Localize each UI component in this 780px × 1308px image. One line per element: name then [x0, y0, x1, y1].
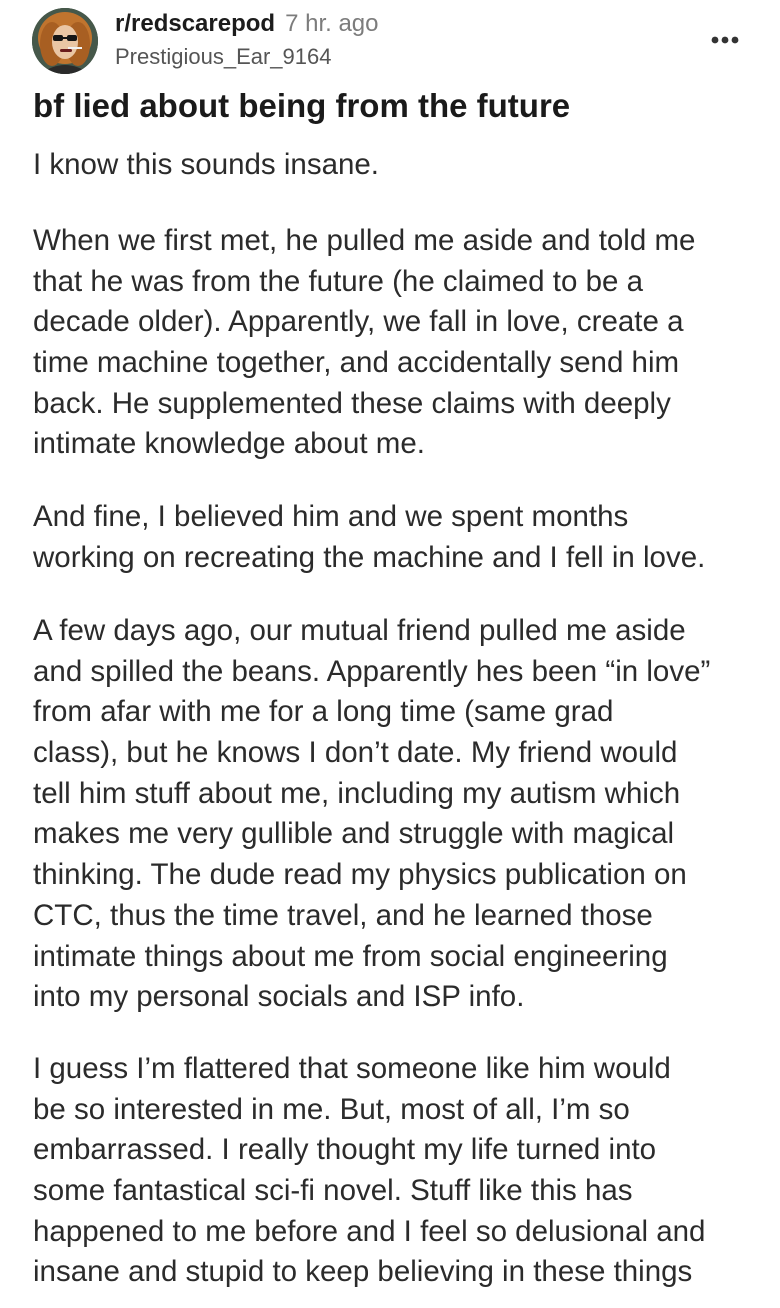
body-line: insane and stupid to keep believing in t… [33, 1255, 693, 1289]
body-line: embarrassed. I really thought my life tu… [33, 1133, 657, 1167]
more-horizontal-icon [711, 36, 739, 44]
post-header: r/redscarepod 7 hr. ago Prestigious_Ear_9… [0, 0, 780, 86]
post-meta: r/redscarepod 7 hr. ago [115, 8, 379, 40]
avatar-image [32, 8, 98, 74]
body-line: back. He supplemented these claims with … [33, 386, 671, 420]
body-line: from afar with me for a long time (same … [33, 695, 614, 729]
body-line: When we first met, he pulled me aside an… [33, 224, 696, 257]
body-line: happened to me before and I feel so delu… [33, 1214, 706, 1248]
body-line: and spilled the beans. Apparently hes be… [33, 654, 711, 688]
body-line: be so interested in me. But, most of all… [33, 1092, 630, 1126]
paragraph-4: A few days ago, our mutual friend pulled… [33, 611, 768, 1018]
body-line: that he was from the future (he claimed … [33, 264, 643, 298]
paragraph-3: And fine, I believed him and we spent mo… [33, 497, 768, 578]
subreddit-link[interactable]: r/redscarepod [115, 10, 275, 37]
body-line: I know this sounds insane. [33, 148, 380, 181]
body-line: working on recreating the machine and I … [33, 540, 706, 574]
body-line: decade older). Apparently, we fall in lo… [33, 305, 684, 339]
author-username[interactable]: Prestigious_Ear_9164 [115, 42, 331, 72]
body-line: tell him stuff about me, including my au… [33, 776, 681, 810]
body-line: some fantastical sci-fi novel. Stuff lik… [33, 1174, 633, 1208]
paragraph-1: I know this sounds insane. [33, 145, 768, 186]
post-time: 7 hr. ago [285, 10, 379, 37]
body-line: intimate knowledge about me. [33, 427, 425, 461]
body-line: And fine, I believed him and we spent mo… [33, 500, 629, 533]
body-line: A few days ago, our mutual friend pulled… [33, 614, 686, 647]
body-line: makes me very gullible and struggle with… [33, 817, 675, 851]
body-line: thinking. The dude read my physics publi… [33, 858, 687, 892]
body-line: class), but he knows I don’t date. My fr… [33, 736, 678, 770]
paragraph-5: I guess I’m flattered that someone like … [33, 1049, 768, 1293]
body-line: I guess I’m flattered that someone like … [33, 1052, 671, 1085]
post: r/redscarepod 7 hr. ago Prestigious_Ear_9… [0, 0, 780, 1308]
paragraph-2: When we first met, he pulled me aside an… [33, 221, 768, 465]
more-options-button[interactable] [700, 20, 750, 60]
body-line: CTC, thus the time travel, and he learne… [33, 898, 653, 932]
post-title[interactable]: bf lied about being from the future [33, 82, 753, 130]
avatar[interactable] [32, 8, 98, 74]
body-line: into my personal socials and ISP info. [33, 980, 525, 1014]
body-line: time machine together, and accidentally … [33, 346, 680, 380]
body-line: intimate things about me from social eng… [33, 939, 668, 973]
